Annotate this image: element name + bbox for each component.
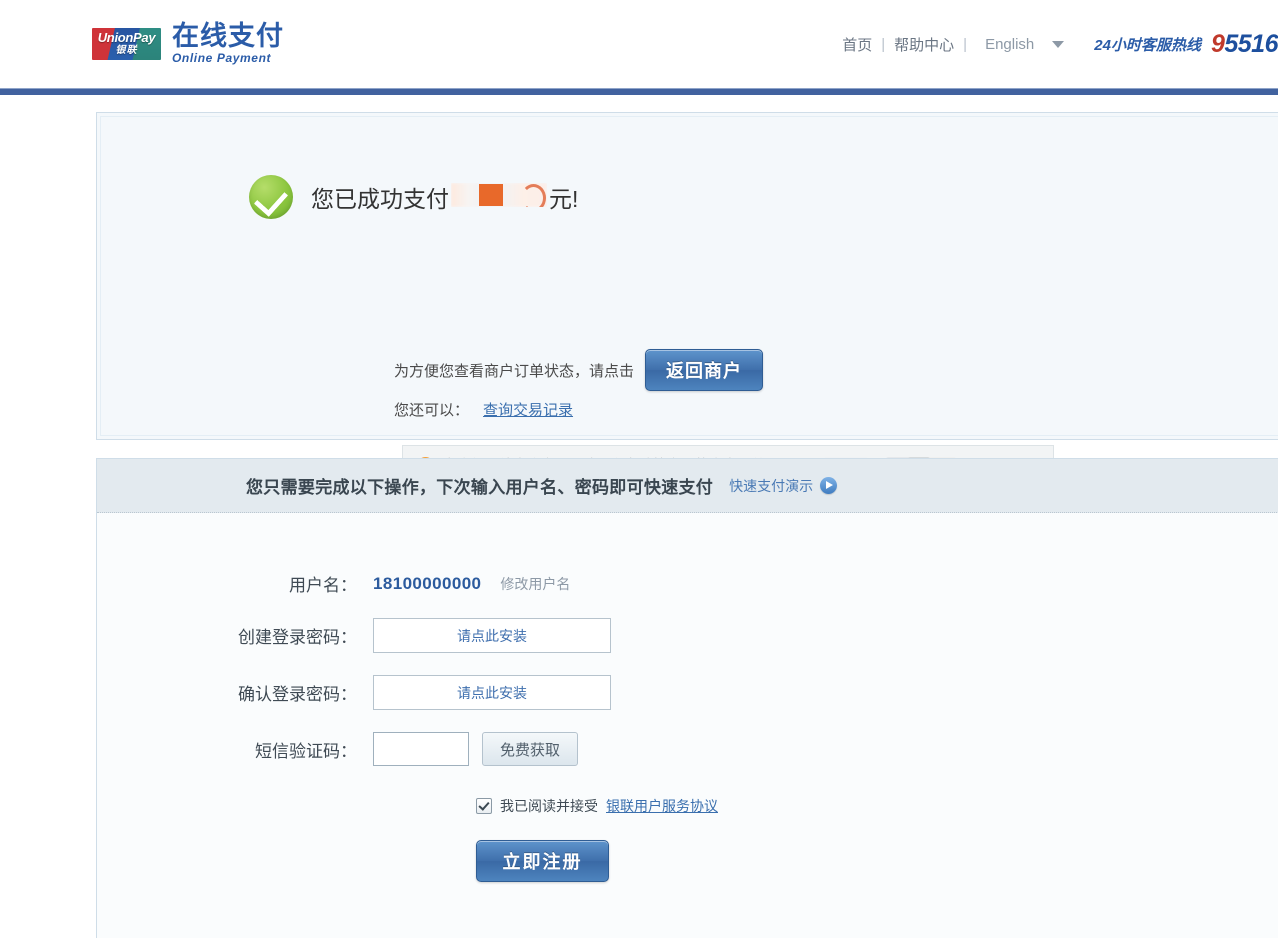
nav-separator-1: | xyxy=(881,36,886,53)
hotline-label: 24小时客服热线 xyxy=(1094,37,1201,54)
success-message-suffix: 元! xyxy=(549,186,579,212)
success-message-row: 您已成功支付 元! xyxy=(249,175,578,219)
return-merchant-row: 为方便您查看商户订单状态，请点击 返回商户 xyxy=(394,349,764,391)
agreement-checkbox[interactable] xyxy=(476,798,492,814)
register-form: 用户名： 18100000000 修改用户名 创建登录密码： 请点此安装 确认登… xyxy=(97,513,1278,882)
quick-pay-register-panel: 您只需要完成以下操作，下次输入用户名、密码即可快速支付 快速支付演示 用户名： … xyxy=(96,458,1278,938)
agreement-row: 我已阅读并接受 银联用户服务协议 xyxy=(476,796,1278,816)
site-header: UnionPay 银联 在线支付 Online Payment 首页 | 帮助中… xyxy=(0,0,1278,88)
header-divider xyxy=(0,88,1278,95)
payment-success-panel: 您已成功支付 元! 为方便您查看商户订单状态，请点击 返回商户 您还可以： 查询… xyxy=(96,112,1278,485)
confirm-password-field[interactable]: 请点此安装 xyxy=(373,675,611,710)
logo-title-en: Online Payment xyxy=(172,51,272,66)
get-sms-code-button[interactable]: 免费获取 xyxy=(482,732,578,766)
logo-mark-text: UnionPay 银联 xyxy=(92,28,161,60)
modify-username-link[interactable]: 修改用户名 xyxy=(500,574,570,594)
agreement-text: 我已阅读并接受 xyxy=(500,798,598,814)
sms-code-label: 短信验证码： xyxy=(255,741,357,761)
query-transaction-link[interactable]: 查询交易记录 xyxy=(483,399,573,420)
redaction-arc xyxy=(521,184,546,207)
language-selector[interactable]: English xyxy=(985,36,1065,53)
hotline-number-rest: 5516 xyxy=(1224,30,1278,58)
register-panel-title: 您只需要完成以下操作，下次输入用户名、密码即可快速支付 xyxy=(246,478,714,497)
form-row-create-password: 创建登录密码： 请点此安装 xyxy=(97,618,1278,653)
sms-code-input[interactable] xyxy=(373,732,469,766)
create-password-field[interactable]: 请点此安装 xyxy=(373,618,611,653)
redaction-block xyxy=(479,184,503,206)
form-row-sms-code: 短信验证码： 免费获取 xyxy=(97,732,1278,766)
hotline-number: 95516 xyxy=(1211,30,1278,59)
register-panel-header: 您只需要完成以下操作，下次输入用户名、密码即可快速支付 快速支付演示 xyxy=(97,459,1278,513)
logo-mark-line1: UnionPay xyxy=(97,30,156,46)
page-root: UnionPay 银联 在线支付 Online Payment 首页 | 帮助中… xyxy=(0,0,1278,938)
return-merchant-tip: 为方便您查看商户订单状态，请点击 xyxy=(394,362,635,380)
form-row-confirm-password: 确认登录密码： 请点此安装 xyxy=(97,675,1278,710)
unionpay-logo[interactable]: UnionPay 银联 在线支付 Online Payment xyxy=(92,22,284,65)
user-agreement-link[interactable]: 银联用户服务协议 xyxy=(606,796,718,816)
nav-separator-2: | xyxy=(963,36,968,53)
success-message: 您已成功支付 元! xyxy=(311,180,578,214)
chevron-down-icon xyxy=(1052,41,1065,48)
also-can-row: 您还可以： 查询交易记录 xyxy=(394,399,573,420)
language-label: English xyxy=(985,36,1035,53)
create-password-label: 创建登录密码： xyxy=(238,628,357,647)
confirm-password-label: 确认登录密码： xyxy=(238,685,357,704)
register-now-button[interactable]: 立即注册 xyxy=(476,840,609,882)
success-check-icon xyxy=(249,175,293,219)
hotline-number-accent: 9 xyxy=(1210,30,1225,58)
also-can-label: 您还可以： xyxy=(394,402,470,419)
header-nav: 首页 | 帮助中心 | English 24小时客服热线 95516 xyxy=(842,30,1278,59)
redacted-amount xyxy=(451,183,547,207)
form-row-username: 用户名： 18100000000 修改用户名 xyxy=(97,571,1278,596)
username-value: 18100000000 xyxy=(373,573,482,593)
quick-pay-demo-label: 快速支付演示 xyxy=(729,477,814,494)
logo-title-cn: 在线支付 xyxy=(172,21,284,51)
nav-home-link[interactable]: 首页 xyxy=(842,34,872,55)
unionpay-mark-icon: UnionPay 银联 xyxy=(92,27,161,60)
success-message-prefix: 您已成功支付 xyxy=(311,186,449,212)
username-label: 用户名： xyxy=(289,576,357,595)
quick-pay-demo-link[interactable]: 快速支付演示 xyxy=(729,476,838,496)
play-circle-icon xyxy=(820,477,838,494)
logo-mark-line2: 银联 xyxy=(115,45,138,57)
logo-title-block: 在线支付 Online Payment xyxy=(172,21,284,66)
return-merchant-button[interactable]: 返回商户 xyxy=(645,349,764,391)
nav-help-center-link[interactable]: 帮助中心 xyxy=(894,34,954,55)
register-header-inner: 您只需要完成以下操作，下次输入用户名、密码即可快速支付 快速支付演示 xyxy=(246,473,838,498)
